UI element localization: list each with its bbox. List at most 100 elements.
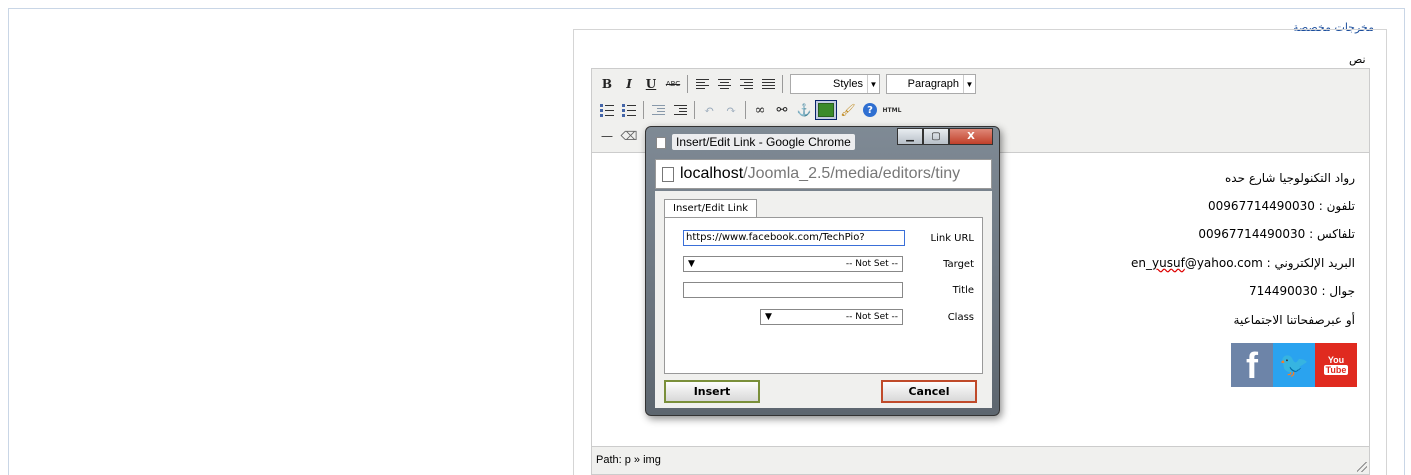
toolbar-separator xyxy=(687,75,688,93)
numbered-list-icon xyxy=(622,104,636,117)
strikethrough-button[interactable]: ABC xyxy=(662,74,684,94)
link-form-panel: https://www.facebook.com/TechPio? Link U… xyxy=(664,217,983,374)
styles-select-value: Styles xyxy=(833,78,863,90)
align-right-icon xyxy=(739,78,753,90)
resize-grip-icon[interactable] xyxy=(1357,462,1367,472)
html-label: HTML xyxy=(882,106,902,114)
insert-link-dialog-window: Insert/Edit Link - Google Chrome ▁ ▢ X l… xyxy=(645,126,1000,416)
bold-button[interactable]: B xyxy=(596,74,618,94)
help-button[interactable]: ? xyxy=(859,100,881,120)
address-path: /Joomla_2.5/media/editors/tiny xyxy=(743,165,961,182)
link-url-input[interactable]: https://www.facebook.com/TechPio? xyxy=(683,230,905,246)
redo-button[interactable]: ↷ xyxy=(720,100,742,120)
class-select-value: -- Not Set -- xyxy=(845,312,898,322)
link-button[interactable]: ∞ xyxy=(749,100,771,120)
chevron-down-icon: ▼ xyxy=(963,75,975,93)
social-icons: f 🐦 You Tube xyxy=(1231,343,1357,387)
indent-icon xyxy=(673,104,687,116)
target-label: Target xyxy=(943,259,974,270)
target-row: ▼ -- Not Set -- Target xyxy=(665,256,984,276)
undo-icon: ↶ xyxy=(703,103,715,117)
content-line-company: رواد التكنولوجيا شارع حده xyxy=(1225,171,1355,185)
email-address-start: en_ xyxy=(1131,256,1153,270)
email-misspelled-word: yusuf xyxy=(1152,256,1185,270)
styles-select[interactable]: Styles ▼ xyxy=(790,74,880,94)
twitter-icon[interactable]: 🐦 xyxy=(1273,343,1315,387)
target-select-value: -- Not Set -- xyxy=(845,259,898,269)
broom-icon: 🖌 xyxy=(840,103,856,117)
align-justify-button[interactable] xyxy=(757,74,779,94)
class-label: Class xyxy=(947,312,974,323)
format-select[interactable]: Paragraph ▼ xyxy=(886,74,976,94)
image-icon xyxy=(818,103,834,117)
window-controls: ▁ ▢ X xyxy=(897,128,993,145)
help-icon: ? xyxy=(863,103,877,117)
italic-button[interactable]: I xyxy=(618,74,640,94)
class-row: ▼ -- Not Set -- Class xyxy=(665,309,984,329)
maximize-button[interactable]: ▢ xyxy=(923,128,949,145)
outdent-icon xyxy=(651,104,665,116)
outdent-button[interactable] xyxy=(647,100,669,120)
element-path: Path: p » img xyxy=(596,454,661,466)
youtube-you-text: You xyxy=(1327,355,1345,365)
toolbar-row-3: — ⌫ xyxy=(596,124,640,148)
chevron-down-icon: ▼ xyxy=(688,259,695,269)
editor-statusbar: Path: p » img xyxy=(592,446,1369,474)
address-host: localhost xyxy=(680,165,744,182)
email-domain: @yahoo.com xyxy=(1184,256,1263,270)
align-right-button[interactable] xyxy=(735,74,757,94)
cancel-button[interactable]: Cancel xyxy=(881,380,977,403)
numbered-list-button[interactable] xyxy=(618,100,640,120)
youtube-tube-text: Tube xyxy=(1323,365,1349,375)
insert-button[interactable]: Insert xyxy=(664,380,760,403)
content-line-fax: تلفاكس : 00967714490030 xyxy=(1198,227,1355,241)
link-url-label: Link URL xyxy=(930,233,975,244)
close-button[interactable]: X xyxy=(949,128,993,145)
undo-button[interactable]: ↶ xyxy=(698,100,720,120)
dialog-body: Insert/Edit Link https://www.facebook.co… xyxy=(655,191,992,408)
align-center-icon xyxy=(717,78,731,90)
toolbar-separator xyxy=(782,75,783,93)
remove-format-button[interactable]: ⌫ xyxy=(618,126,640,146)
align-justify-icon xyxy=(761,78,775,90)
anchor-button[interactable]: ⚓ xyxy=(793,100,815,120)
toolbar-row-1: B I U ABC Styles ▼ Paragraph ▼ xyxy=(596,72,976,96)
title-label: Title xyxy=(952,285,974,296)
tab-insert-edit-link[interactable]: Insert/Edit Link xyxy=(664,199,758,218)
horizontal-rule-button[interactable]: — xyxy=(596,126,618,146)
insert-image-button[interactable] xyxy=(815,100,837,120)
email-text: en_yusuf@yahoo.com : البريد الإلكتروني xyxy=(1131,256,1355,270)
chevron-down-icon: ▼ xyxy=(765,312,772,322)
youtube-icon[interactable]: You Tube xyxy=(1315,343,1357,387)
title-input[interactable] xyxy=(683,282,903,298)
html-button[interactable]: HTML xyxy=(881,100,903,120)
page-icon xyxy=(662,166,674,182)
format-select-value: Paragraph xyxy=(907,78,959,90)
bullet-list-button[interactable] xyxy=(596,100,618,120)
link-url-row: https://www.facebook.com/TechPio? Link U… xyxy=(665,230,984,250)
page-icon xyxy=(656,137,666,149)
toolbar-separator xyxy=(694,101,695,119)
content-line-email: en_yusuf@yahoo.com : البريد الإلكتروني xyxy=(1131,256,1355,270)
anchor-icon: ⚓ xyxy=(796,103,812,117)
align-center-button[interactable] xyxy=(713,74,735,94)
indent-button[interactable] xyxy=(669,100,691,120)
content-line-phone: تلفون : 00967714490030 xyxy=(1208,199,1355,213)
minimize-button[interactable]: ▁ xyxy=(897,128,923,145)
align-left-button[interactable] xyxy=(691,74,713,94)
title-row: Title xyxy=(665,282,984,302)
cleanup-button[interactable]: 🖌 xyxy=(837,100,859,120)
target-select[interactable]: ▼ -- Not Set -- xyxy=(683,256,903,272)
horizontal-rule-icon: — xyxy=(601,129,613,143)
facebook-icon[interactable]: f xyxy=(1231,343,1273,387)
address-bar[interactable]: localhost /Joomla_2.5/media/editors/tiny xyxy=(655,159,992,189)
content-line-mobile: جوال : 714490030 xyxy=(1248,284,1355,298)
text-field-label: نص xyxy=(1349,53,1366,66)
unlink-button[interactable]: ⚯ xyxy=(771,100,793,120)
toolbar-separator xyxy=(745,101,746,119)
class-select[interactable]: ▼ -- Not Set -- xyxy=(760,309,903,325)
underline-button[interactable]: U xyxy=(640,74,662,94)
eraser-icon: ⌫ xyxy=(620,129,638,143)
chevron-down-icon: ▼ xyxy=(867,75,879,93)
align-left-icon xyxy=(695,78,709,90)
